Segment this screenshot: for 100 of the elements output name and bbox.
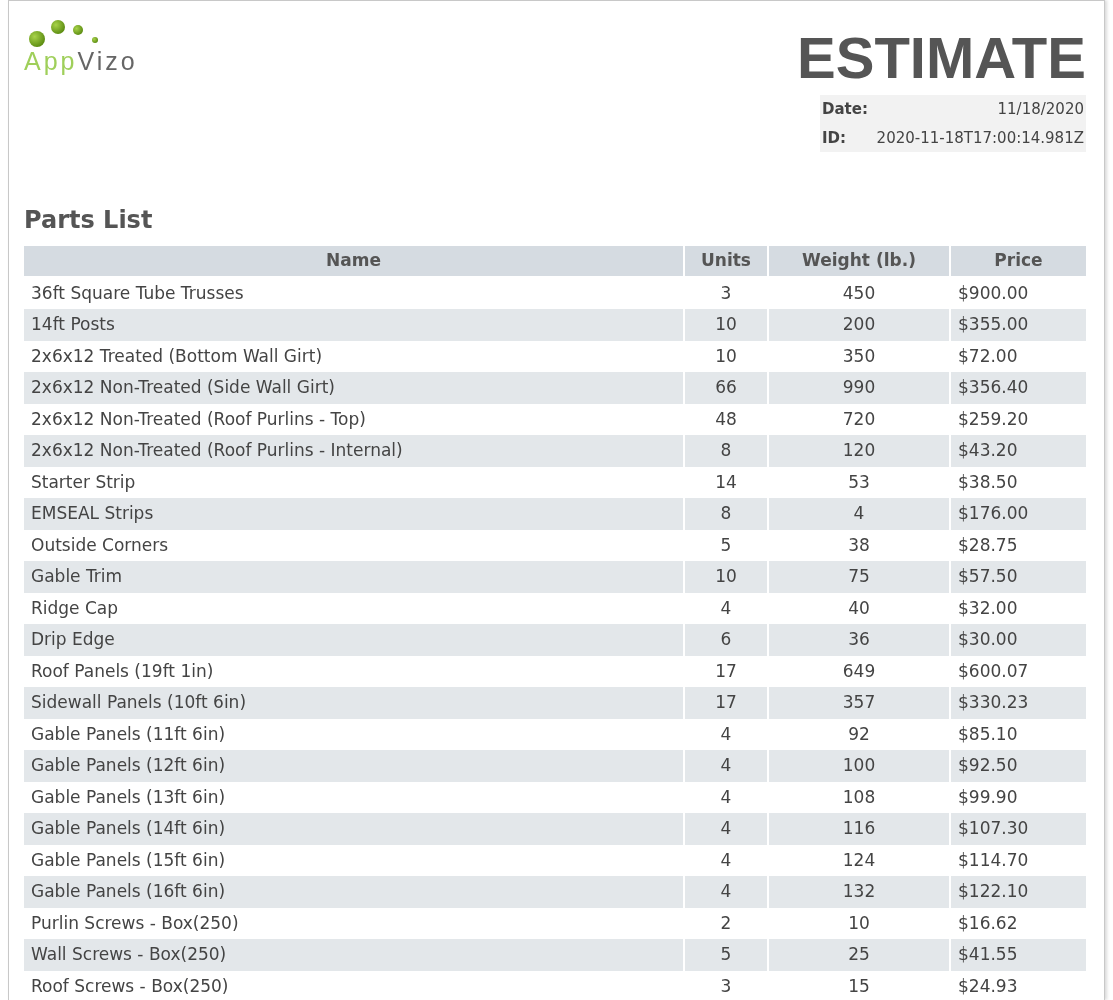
- table-cell: 36: [769, 624, 949, 656]
- table-cell: 17: [685, 687, 767, 719]
- table-cell: 357: [769, 687, 949, 719]
- table-cell-text: 36ft Square Tube Trusses: [30, 281, 245, 305]
- table-cell-text: 3: [719, 281, 733, 305]
- table-cell-text: 350: [841, 344, 877, 368]
- table-cell-text: 4: [719, 848, 733, 872]
- logo-text: App: [24, 47, 78, 75]
- table-cell-text: Purlin Screws - Box(250): [30, 911, 240, 935]
- table-cell-text: 38: [847, 533, 871, 557]
- meta-value: 2020-11-18T17:00:14.981Z: [870, 123, 1086, 152]
- table-cell: $330.23: [951, 687, 1086, 719]
- table-cell: 200: [769, 309, 949, 341]
- table-cell-text: 108: [841, 785, 877, 809]
- table-cell: 132: [769, 876, 949, 908]
- table-cell: 2x6x12 Non-Treated (Side Wall Girt): [24, 372, 683, 404]
- table-cell: 116: [769, 813, 949, 845]
- table-cell: Drip Edge: [24, 624, 683, 656]
- table-cell-text: 15: [847, 974, 871, 998]
- table-cell: 8: [685, 498, 767, 530]
- table-cell-text: Starter Strip: [30, 470, 137, 494]
- table-cell: 10: [685, 309, 767, 341]
- document-title: ESTIMATE: [797, 29, 1086, 87]
- table-cell-text: Gable Panels (13ft 6in): [30, 785, 227, 809]
- column-header: Weight (lb.): [769, 246, 949, 278]
- table-cell: 4: [685, 876, 767, 908]
- table-cell-text: 124: [841, 848, 877, 872]
- table-cell: 75: [769, 561, 949, 593]
- table-cell: $30.00: [951, 624, 1086, 656]
- table-cell-text: $16.62: [957, 911, 1019, 935]
- table-cell-text: 40: [847, 596, 871, 620]
- table-cell: 14ft Posts: [24, 309, 683, 341]
- table-cell-text: 2x6x12 Non-Treated (Roof Purlins - Top): [30, 407, 367, 431]
- table-cell: 990: [769, 372, 949, 404]
- table-cell: 5: [685, 939, 767, 971]
- meta-label: ID:: [820, 123, 871, 152]
- table-cell-text: 17: [714, 659, 738, 683]
- table-cell-text: 3: [719, 974, 733, 998]
- logo-text: Vizo: [77, 47, 138, 75]
- table-cell-text: $99.90: [957, 785, 1019, 809]
- table-cell-text: Roof Screws - Box(250): [30, 974, 230, 998]
- table-cell: $122.10: [951, 876, 1086, 908]
- table-cell-text: 14: [714, 470, 738, 494]
- table-cell: $355.00: [951, 309, 1086, 341]
- column-header: Price: [951, 246, 1086, 278]
- table-cell: $92.50: [951, 750, 1086, 782]
- table-cell-text: 48: [714, 407, 738, 431]
- table-cell: Gable Panels (14ft 6in): [24, 813, 683, 845]
- table-cell: 66: [685, 372, 767, 404]
- table-cell-text: 720: [841, 407, 877, 431]
- table-cell-text: 2: [719, 911, 733, 935]
- table-cell-text: $32.00: [957, 596, 1019, 620]
- table-cell-text: 10: [714, 344, 738, 368]
- column-header: Units: [685, 246, 767, 278]
- table-cell-text: 4: [719, 785, 733, 809]
- table-cell-text: 4: [719, 722, 733, 746]
- table-cell: Gable Panels (12ft 6in): [24, 750, 683, 782]
- table-cell: Gable Panels (16ft 6in): [24, 876, 683, 908]
- table-cell: 4: [685, 813, 767, 845]
- table-cell: 4: [685, 750, 767, 782]
- table-cell-text: Outside Corners: [30, 533, 170, 557]
- table-cell-text: $24.93: [957, 974, 1019, 998]
- table-cell-text: 10: [847, 911, 871, 935]
- table-cell: 120: [769, 435, 949, 467]
- table-cell: 6: [685, 624, 767, 656]
- table-cell-text: Ridge Cap: [30, 596, 120, 620]
- table-cell-text: 649: [841, 659, 877, 683]
- table-cell-text: 2x6x12 Treated (Bottom Wall Girt): [30, 344, 324, 368]
- table-cell-text: $900.00: [957, 281, 1030, 305]
- table-cell-text: 53: [847, 470, 871, 494]
- table-cell: $176.00: [951, 498, 1086, 530]
- table-cell-text: Roof Panels (19ft 1in): [30, 659, 215, 683]
- table-cell: $41.55: [951, 939, 1086, 971]
- table-cell-text: 4: [719, 596, 733, 620]
- table-cell: $356.40: [951, 372, 1086, 404]
- table-cell-text: Gable Panels (11ft 6in): [30, 722, 227, 746]
- table-cell: 2x6x12 Non-Treated (Roof Purlins - Internal): [24, 435, 683, 467]
- table-cell-text: $72.00: [957, 344, 1019, 368]
- table-cell-text: $600.07: [957, 659, 1030, 683]
- table-cell: 100: [769, 750, 949, 782]
- meta-label: Date:: [820, 95, 871, 124]
- table-cell-text: 5: [719, 533, 733, 557]
- table-cell-text: 92: [847, 722, 871, 746]
- table-cell-text: $38.50: [957, 470, 1019, 494]
- table-cell-text: Gable Panels (15ft 6in): [30, 848, 227, 872]
- column-header: Name: [24, 246, 683, 278]
- table-cell: 8: [685, 435, 767, 467]
- table-cell: 10: [685, 561, 767, 593]
- table-cell: 25: [769, 939, 949, 971]
- meta-value: 11/18/2020: [870, 95, 1086, 124]
- table-cell: EMSEAL Strips: [24, 498, 683, 530]
- table-cell-text: $28.75: [957, 533, 1019, 557]
- table-cell: Gable Trim: [24, 561, 683, 593]
- table-cell: Sidewall Panels (10ft 6in): [24, 687, 683, 719]
- table-cell-text: $85.10: [957, 722, 1019, 746]
- table-cell-text: $259.20: [957, 407, 1030, 431]
- table-cell-text: 450: [841, 281, 877, 305]
- table-cell: Wall Screws - Box(250): [24, 939, 683, 971]
- table-cell-text: $114.70: [957, 848, 1030, 872]
- table-cell: $57.50: [951, 561, 1086, 593]
